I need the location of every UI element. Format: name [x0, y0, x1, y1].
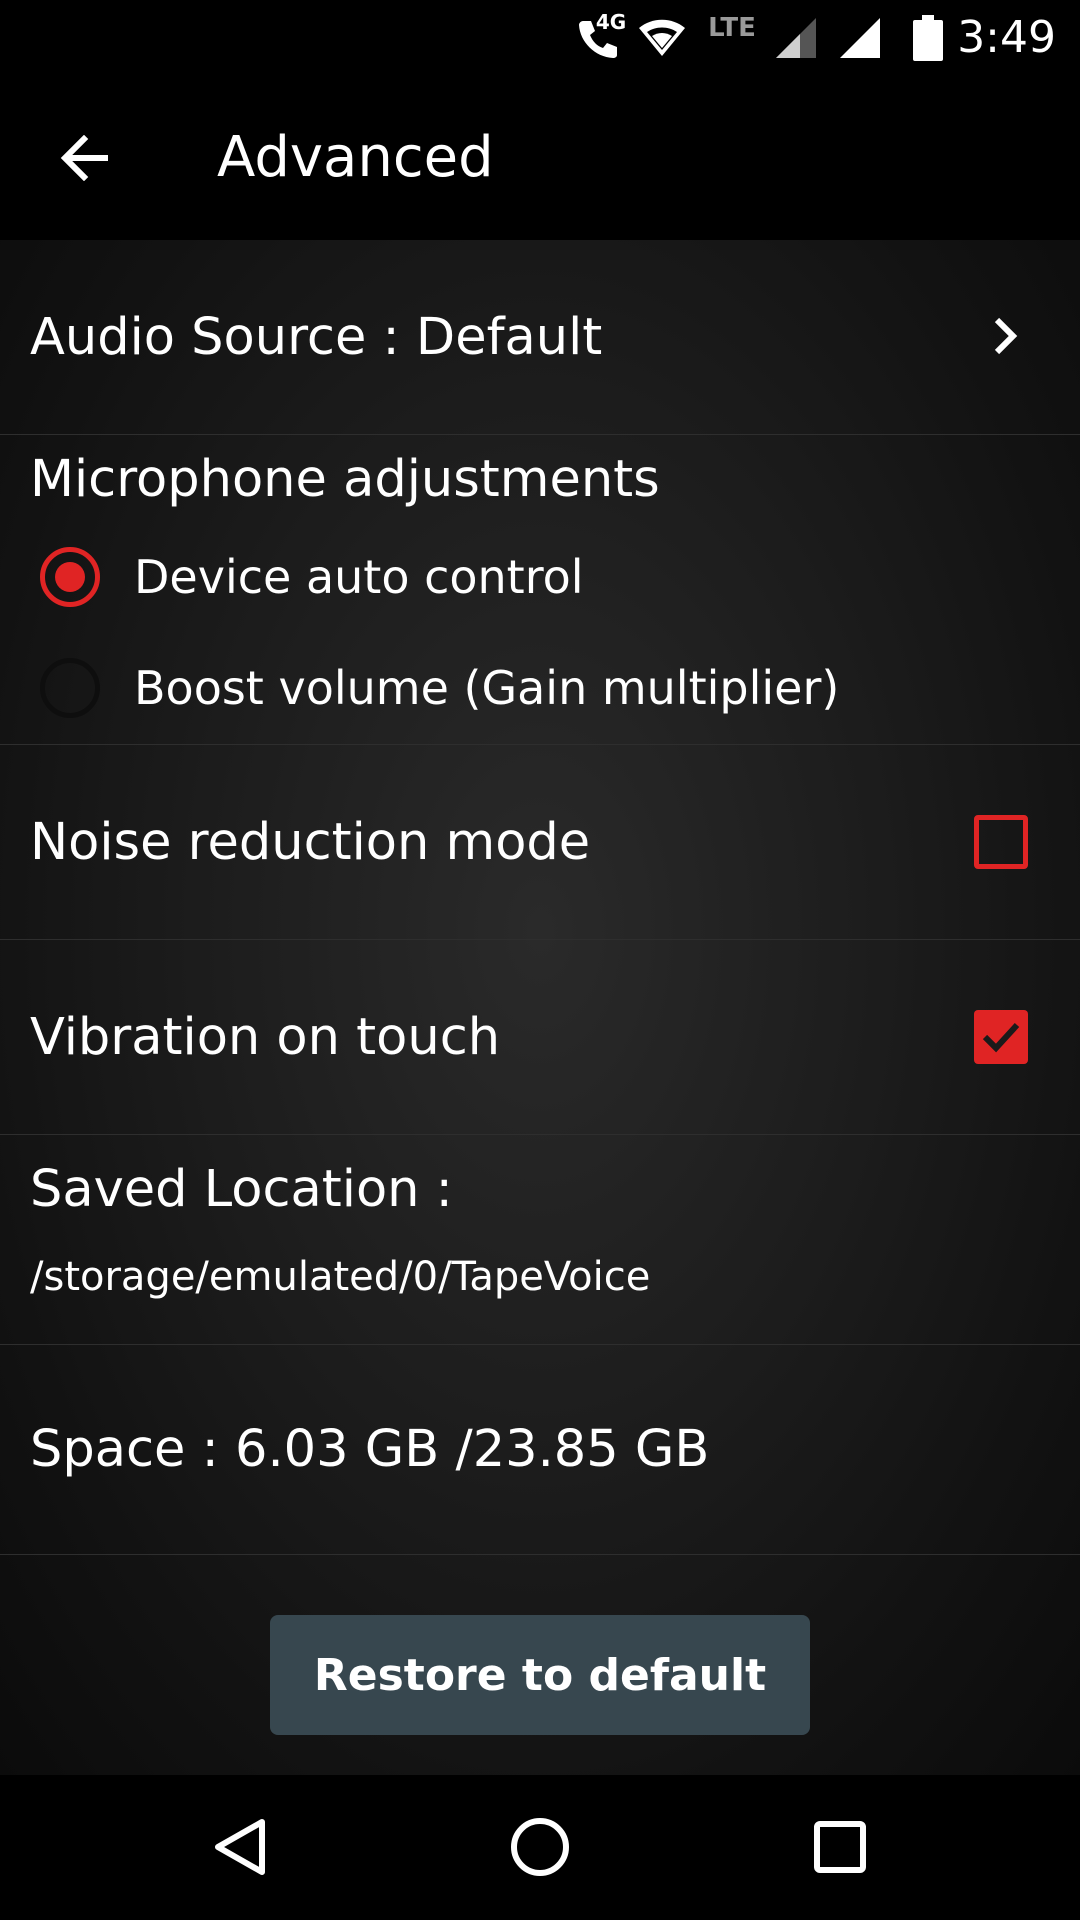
microphone-heading: Microphone adjustments: [30, 450, 660, 509]
vibration-row[interactable]: Vibration on touch: [0, 940, 1080, 1135]
audio-source-row[interactable]: Audio Source : Default: [0, 240, 1080, 435]
noise-reduction-label: Noise reduction mode: [30, 813, 591, 872]
wifi-icon: [636, 0, 688, 75]
back-button[interactable]: [40, 113, 130, 203]
radio-button-unselected[interactable]: [40, 658, 100, 718]
checkmark-icon: [982, 1022, 1020, 1053]
network-label: LTE: [708, 12, 756, 43]
saved-location-label: Saved Location :: [30, 1160, 453, 1219]
status-time: 3:49: [957, 12, 1056, 63]
restore-default-button[interactable]: Restore to default: [270, 1615, 810, 1735]
radio-device-auto[interactable]: Device auto control: [40, 527, 584, 627]
navigation-bar: [0, 1775, 1080, 1920]
page-title: Advanced: [217, 125, 494, 190]
space-label: Space : 6.03 GB /23.85 GB: [30, 1420, 710, 1479]
settings-list: Audio Source : Default Microphone adjust…: [0, 240, 1080, 1775]
saved-location-row: Saved Location : /storage/emulated/0/Tap…: [0, 1135, 1080, 1345]
radio-label-boost-volume: Boost volume (Gain multiplier): [134, 661, 840, 715]
signal-full-icon: [836, 0, 884, 75]
status-bar: 4G LTE 3:49: [0, 0, 1080, 75]
signal-icon: [772, 0, 820, 75]
radio-label-device-auto: Device auto control: [134, 550, 584, 604]
battery-icon: [910, 0, 946, 75]
space-row: Space : 6.03 GB /23.85 GB: [0, 1345, 1080, 1555]
microphone-section: Microphone adjustments Device auto contr…: [0, 435, 1080, 745]
recents-square-icon[interactable]: [790, 1797, 890, 1897]
radio-boost-volume[interactable]: Boost volume (Gain multiplier): [40, 638, 839, 738]
saved-location-path: /storage/emulated/0/TapeVoice: [30, 1254, 651, 1300]
vibration-checkbox[interactable]: [974, 1010, 1028, 1064]
chevron-right-icon: [976, 306, 1036, 366]
vibration-label: Vibration on touch: [30, 1008, 501, 1067]
call-badge: 4G: [595, 9, 627, 34]
arrow-left-icon: [60, 135, 108, 181]
radio-button-selected[interactable]: [40, 547, 100, 607]
audio-source-label: Audio Source : Default: [30, 308, 603, 367]
home-circle-icon[interactable]: [490, 1797, 590, 1897]
back-triangle-icon[interactable]: [190, 1797, 290, 1897]
noise-reduction-row[interactable]: Noise reduction mode: [0, 745, 1080, 940]
screen: 4G LTE 3:49 Advanced Audio Source: Defa…: [0, 0, 1080, 1920]
noise-reduction-checkbox[interactable]: [974, 815, 1028, 869]
app-bar: Advanced: [0, 75, 1080, 240]
